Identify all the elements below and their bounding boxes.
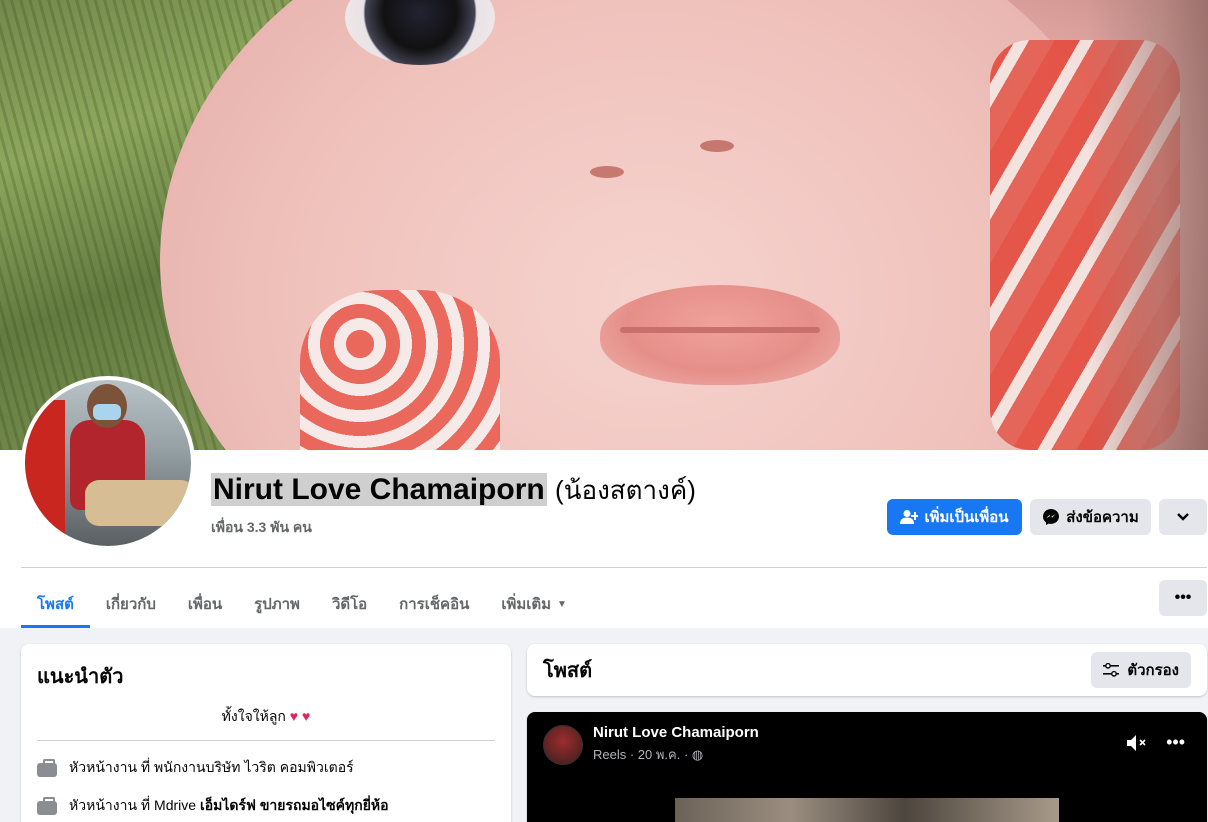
tab-photos[interactable]: รูปภาพ — [238, 580, 316, 628]
tab-checkins[interactable]: การเช็คอิน — [383, 580, 485, 628]
reel-author-block: Nirut Love Chamaiporn Reels · 20 พ.ค. · … — [593, 724, 759, 765]
cover-bib-left — [300, 290, 500, 450]
reel-video-thumbnail[interactable] — [675, 798, 1059, 822]
cover-nostril-left — [590, 166, 624, 178]
tab-photos-label: รูปภาพ — [254, 596, 300, 613]
more-dots-icon[interactable]: ••• — [1166, 732, 1185, 753]
friend-count[interactable]: เพื่อน 3.3 พัน คน — [211, 517, 312, 539]
filter-icon — [1103, 663, 1120, 677]
add-friend-icon — [900, 510, 919, 524]
intro-work-link[interactable]: เอ็มไดร์ฟ ขายรถมอไซค์ทุกยี่ห้อ — [200, 797, 389, 813]
header-divider — [21, 567, 1207, 568]
intro-bio-text: ทั้งใจให้ลูก — [221, 708, 286, 724]
briefcase-icon — [37, 759, 57, 777]
cover-nostril-right — [700, 140, 734, 152]
avatar-mask — [93, 404, 121, 420]
filter-label: ตัวกรอง — [1127, 662, 1179, 679]
profile-name-text: Nirut Love Chamaiporn — [211, 473, 547, 506]
intro-work-item: หัวหน้างาน ที่ พนักงานบริษัท ไวริต คอมพิ… — [37, 757, 495, 779]
tab-checkins-label: การเช็คอิน — [399, 596, 470, 613]
intro-bio: ทั้งใจให้ลูก ♥ ♥ — [37, 706, 495, 741]
cover-lips — [600, 285, 840, 385]
reel-post[interactable]: Nirut Love Chamaiporn Reels · 20 พ.ค. · … — [527, 712, 1207, 822]
tab-more[interactable]: เพิ่มเติม ▼ — [485, 580, 583, 628]
message-button[interactable]: ส่งข้อความ — [1030, 499, 1151, 535]
chevron-down-icon — [1177, 513, 1189, 521]
add-friend-button[interactable]: เพิ่มเป็นเพื่อน — [887, 499, 1022, 535]
reel-author-name[interactable]: Nirut Love Chamaiporn — [593, 724, 759, 741]
globe-icon: ◍ — [691, 747, 704, 762]
filter-button[interactable]: ตัวกรอง — [1091, 652, 1191, 688]
tab-friends[interactable]: เพื่อน — [172, 580, 238, 628]
intro-work-item: หัวหน้างาน ที่ Mdrive เอ็มไดร์ฟ ขายรถมอไ… — [37, 795, 495, 817]
posts-header-card: โพสต์ ตัวกรอง — [527, 644, 1207, 696]
reel-author-avatar[interactable] — [543, 724, 583, 765]
message-label: ส่งข้อความ — [1066, 509, 1139, 526]
intro-work-text: หัวหน้างาน ที่ พนักงานบริษัท ไวริต คอมพิ… — [69, 759, 354, 775]
reel-meta-text: Reels · 20 พ.ค. · — [593, 747, 689, 762]
briefcase-icon — [37, 797, 57, 815]
reel-controls: ••• — [1126, 732, 1185, 753]
intro-work-text: หัวหน้างาน ที่ Mdrive เอ็มไดร์ฟ ขายรถมอไ… — [69, 795, 389, 817]
more-options-button[interactable]: ••• — [1159, 580, 1207, 616]
heart-icon: ♥ — [302, 708, 311, 724]
reel-header: Nirut Love Chamaiporn Reels · 20 พ.ค. · … — [543, 724, 759, 765]
avatar-pants — [85, 480, 191, 526]
tab-friends-label: เพื่อน — [187, 596, 223, 613]
more-dots-icon: ••• — [1174, 589, 1192, 606]
caret-down-icon: ▼ — [557, 598, 567, 610]
intro-card: แนะนำตัว ทั้งใจให้ลูก ♥ ♥ หัวหน้างาน ที่… — [21, 644, 511, 822]
profile-tabs: โพสต์ เกี่ยวกับ เพื่อน รูปภาพ วิดีโอ การ… — [21, 580, 583, 628]
tab-posts[interactable]: โพสต์ — [21, 580, 90, 628]
cover-shade — [1088, 0, 1208, 450]
mute-icon[interactable] — [1126, 734, 1148, 752]
avatar-car — [25, 400, 65, 540]
avatar-photo — [25, 380, 191, 546]
intro-work-prefix: หัวหน้างาน ที่ Mdrive — [69, 797, 197, 813]
tab-about[interactable]: เกี่ยวกับ — [90, 580, 172, 628]
add-friend-label: เพิ่มเป็นเพื่อน — [924, 509, 1009, 526]
cover-photo[interactable] — [0, 0, 1208, 450]
profile-alt-name: (น้องสตางค์) — [555, 475, 696, 505]
profile-options-button[interactable] — [1159, 499, 1207, 535]
profile-avatar[interactable] — [21, 376, 195, 550]
tab-videos[interactable]: วิดีโอ — [316, 580, 383, 628]
tab-more-label: เพิ่มเติม — [501, 596, 552, 613]
posts-title: โพสต์ — [543, 660, 593, 682]
reel-meta: Reels · 20 พ.ค. · ◍ — [593, 744, 759, 765]
profile-name: Nirut Love Chamaiporn (น้องสตางค์) — [211, 470, 696, 511]
tab-videos-label: วิดีโอ — [331, 596, 368, 613]
messenger-icon — [1043, 509, 1060, 525]
heart-icon: ♥ — [289, 708, 299, 724]
intro-title: แนะนำตัว — [37, 666, 124, 688]
tab-about-label: เกี่ยวกับ — [105, 596, 156, 613]
tab-posts-label: โพสต์ — [37, 596, 74, 613]
